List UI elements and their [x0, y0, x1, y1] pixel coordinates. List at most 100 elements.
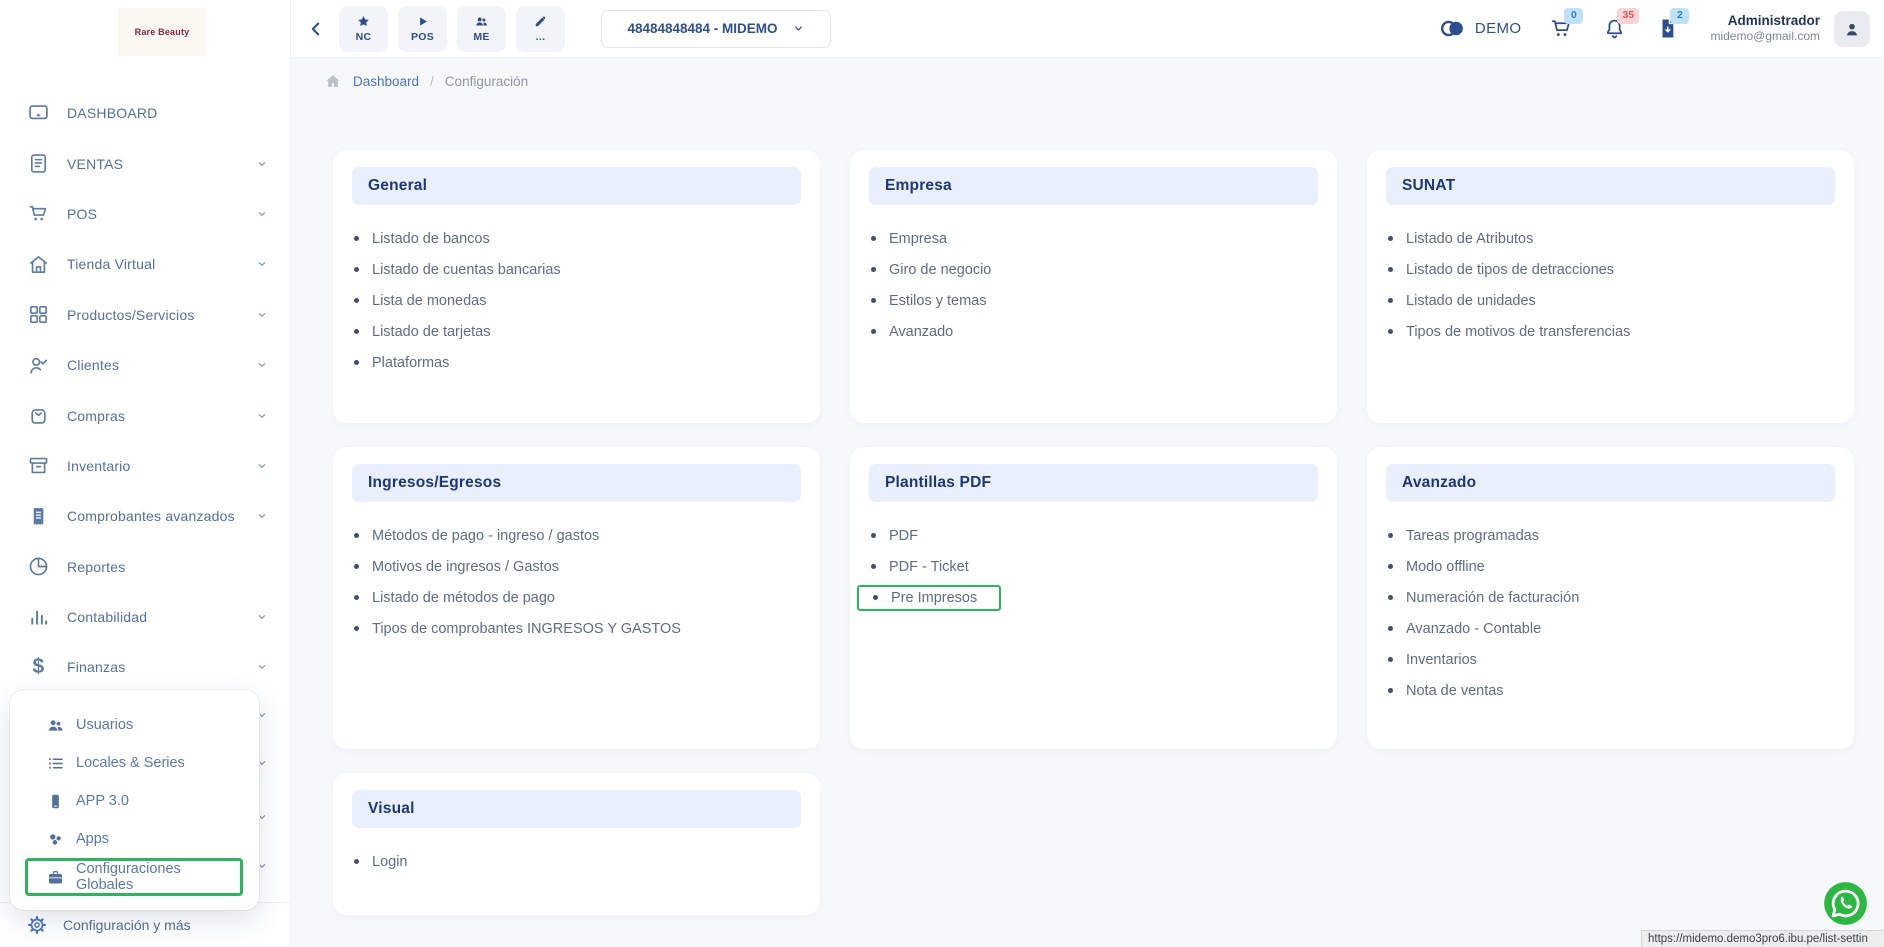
card-link-login[interactable]: Login: [352, 846, 801, 877]
card-link-label: Empresa: [889, 231, 947, 247]
popup-item-usuarios[interactable]: Usuarios: [10, 706, 259, 744]
card-link-listado-de-atributos[interactable]: Listado de Atributos: [1386, 223, 1835, 254]
card-link-avanzado-contable[interactable]: Avanzado - Contable: [1386, 613, 1835, 644]
chevron-down-icon: [256, 309, 268, 321]
card-link-label: Login: [372, 854, 407, 870]
card-link-tipos-de-comprobantes-ingresos-y-gastos[interactable]: Tipos de comprobantes INGRESOS Y GASTOS: [352, 613, 801, 644]
sidebar-item-pos[interactable]: POS: [0, 189, 290, 239]
demo-toggle[interactable]: DEMO: [1439, 15, 1522, 42]
sidebar-item-label: Contabilidad: [67, 609, 147, 625]
bullet-icon: [1388, 533, 1393, 538]
card-link-modo-offline[interactable]: Modo offline: [1386, 551, 1835, 582]
bullet-icon: [354, 267, 359, 272]
card-link-tareas-programadas[interactable]: Tareas programadas: [1386, 520, 1835, 551]
bullet-icon: [1388, 329, 1393, 334]
card-link-nota-de-ventas[interactable]: Nota de ventas: [1386, 675, 1835, 706]
company-logo[interactable]: Rare Beauty: [118, 8, 206, 56]
breadcrumb-dashboard[interactable]: Dashboard: [353, 74, 419, 89]
sidebar-item-ventas[interactable]: VENTAS: [0, 138, 290, 188]
pencil-icon: [533, 14, 548, 29]
bullet-icon: [871, 267, 876, 272]
sidebar-item-dashboard[interactable]: DASHBOARD: [0, 88, 290, 138]
card-link-numeracion-de-facturacion[interactable]: Numeración de facturación: [1386, 582, 1835, 613]
card-link-list: Empresa Giro de negocioEstilos y temas Ava…: [869, 223, 1318, 347]
card-link-label: Listado de tipos de detracciones: [1406, 262, 1614, 278]
popup-item-locales-series[interactable]: Locales & Series: [10, 744, 259, 782]
bullet-icon: [871, 236, 876, 241]
demo-label: DEMO: [1475, 20, 1522, 37]
card-link-listado-de-bancos[interactable]: Listado de bancos: [352, 223, 801, 254]
card-link-listado-de-tarjetas[interactable]: Listado de tarjetas: [352, 316, 801, 347]
card-link-label: Modo offline: [1406, 559, 1485, 575]
card-link-plataformas[interactable]: Plataformas: [352, 347, 801, 378]
card-link-listado-de-tipos-de-detracciones[interactable]: Listado de tipos de detracciones: [1386, 254, 1835, 285]
card-link-pdf[interactable]: PDF: [869, 520, 1318, 551]
bullet-icon: [354, 859, 359, 864]
whatsapp-button[interactable]: [1823, 881, 1868, 926]
bullet-icon: [871, 329, 876, 334]
card-link-pdf-ticket[interactable]: PDF - Ticket: [869, 551, 1318, 582]
card-empresa: EmpresaEmpresa Giro de negocioEstilos y t…: [850, 150, 1337, 423]
documents-button[interactable]: 2: [1655, 16, 1680, 41]
user-email: midemo@gmail.com: [1710, 29, 1820, 45]
box-icon: [27, 454, 50, 477]
list-icon: [46, 754, 65, 773]
notifications-button[interactable]: 35: [1602, 16, 1627, 41]
bars-icon: [27, 606, 50, 629]
highlight-box: Pre Impresos: [857, 585, 1001, 611]
sidebar-item-comprobantes-avanzados[interactable]: Comprobantes avanzados: [0, 491, 290, 541]
card-link-tipos-de-motivos-de-transferencias[interactable]: Tipos de motivos de transferencias: [1386, 316, 1835, 347]
popup-item-label: APP 3.0: [76, 793, 129, 809]
quick-button-more[interactable]: ...: [516, 6, 565, 52]
company-select[interactable]: 48484848484 - MIDEMO: [601, 10, 831, 48]
home-icon[interactable]: [324, 72, 342, 90]
sidebar-item-finanzas[interactable]: $Finanzas: [0, 642, 290, 692]
back-button[interactable]: [306, 19, 326, 39]
sidebar-item-productos-servicios[interactable]: Productos/Servicios: [0, 290, 290, 340]
user-menu-button[interactable]: [1834, 11, 1870, 47]
sidebar-item-contabilidad[interactable]: Contabilidad: [0, 592, 290, 642]
sidebar-item-compras[interactable]: Compras: [0, 390, 290, 440]
sidebar-item-label: Inventario: [67, 458, 130, 474]
card-link-label: Avanzado: [889, 324, 953, 340]
card-link-pre-impresos[interactable]: Pre Impresos: [869, 582, 1318, 613]
quick-button-pos[interactable]: POS: [398, 6, 447, 52]
pie-icon: [27, 555, 50, 578]
sidebar-item-inventario[interactable]: Inventario: [0, 441, 290, 491]
card-link-inventarios[interactable]: Inventarios: [1386, 644, 1835, 675]
card-plantillas-pdf: Plantillas PDFPDFPDF - TicketPre Impreso…: [850, 447, 1337, 749]
card-link-giro-de-negocio[interactable]: Giro de negocio: [869, 254, 1318, 285]
card-link-metodos-de-pago-ingreso-gastos[interactable]: Métodos de pago - ingreso / gastos: [352, 520, 801, 551]
bullet-icon: [1388, 236, 1393, 241]
card-link-listado-de-metodos-de-pago[interactable]: Listado de métodos de pago: [352, 582, 801, 613]
card-sunat: SUNATListado de AtributosListado de tipo…: [1367, 150, 1854, 423]
card-link-estilos-y-temas[interactable]: Estilos y temas: [869, 285, 1318, 316]
gear-icon: [26, 914, 48, 936]
card-header: Visual: [352, 790, 801, 828]
settings-popup: UsuariosLocales & Series APP 3.0 AppsConfi…: [10, 690, 259, 910]
chevron-down-icon: [256, 661, 268, 673]
card-link-listado-de-unidades[interactable]: Listado de unidades: [1386, 285, 1835, 316]
chevron-down-icon: [256, 208, 268, 220]
bullet-icon: [871, 564, 876, 569]
receipt-icon: [27, 505, 50, 528]
sidebar-item-label: Clientes: [67, 357, 119, 373]
sidebar-item-tienda-virtual[interactable]: Tienda Virtual: [0, 239, 290, 289]
quick-button-nc[interactable]: NC: [339, 6, 388, 52]
quick-button-me[interactable]: ME: [457, 6, 506, 52]
card-link-listado-de-cuentas-bancarias[interactable]: Listado de cuentas bancarias: [352, 254, 801, 285]
sidebar-item-label: Productos/Servicios: [67, 307, 195, 323]
sidebar-item-reportes[interactable]: Reportes: [0, 542, 290, 592]
card-link-lista-de-monedas[interactable]: Lista de monedas: [352, 285, 801, 316]
popup-item-configuraciones-globales[interactable]: Configuraciones Globales: [10, 858, 259, 896]
card-link-avanzado[interactable]: Avanzado: [869, 316, 1318, 347]
whatsapp-icon: [1823, 881, 1868, 926]
card-link-label: Listado de métodos de pago: [372, 590, 555, 606]
card-link-motivos-de-ingresos-gastos[interactable]: Motivos de ingresos / Gastos: [352, 551, 801, 582]
popup-item-apps[interactable]: Apps: [10, 820, 259, 858]
card-link-empresa[interactable]: Empresa: [869, 223, 1318, 254]
popup-item-app-3-0[interactable]: APP 3.0: [10, 782, 259, 820]
sidebar-item-clientes[interactable]: Clientes: [0, 340, 290, 390]
cart-button[interactable]: 0: [1549, 16, 1574, 41]
sidebar-item-label: Compras: [67, 408, 125, 424]
